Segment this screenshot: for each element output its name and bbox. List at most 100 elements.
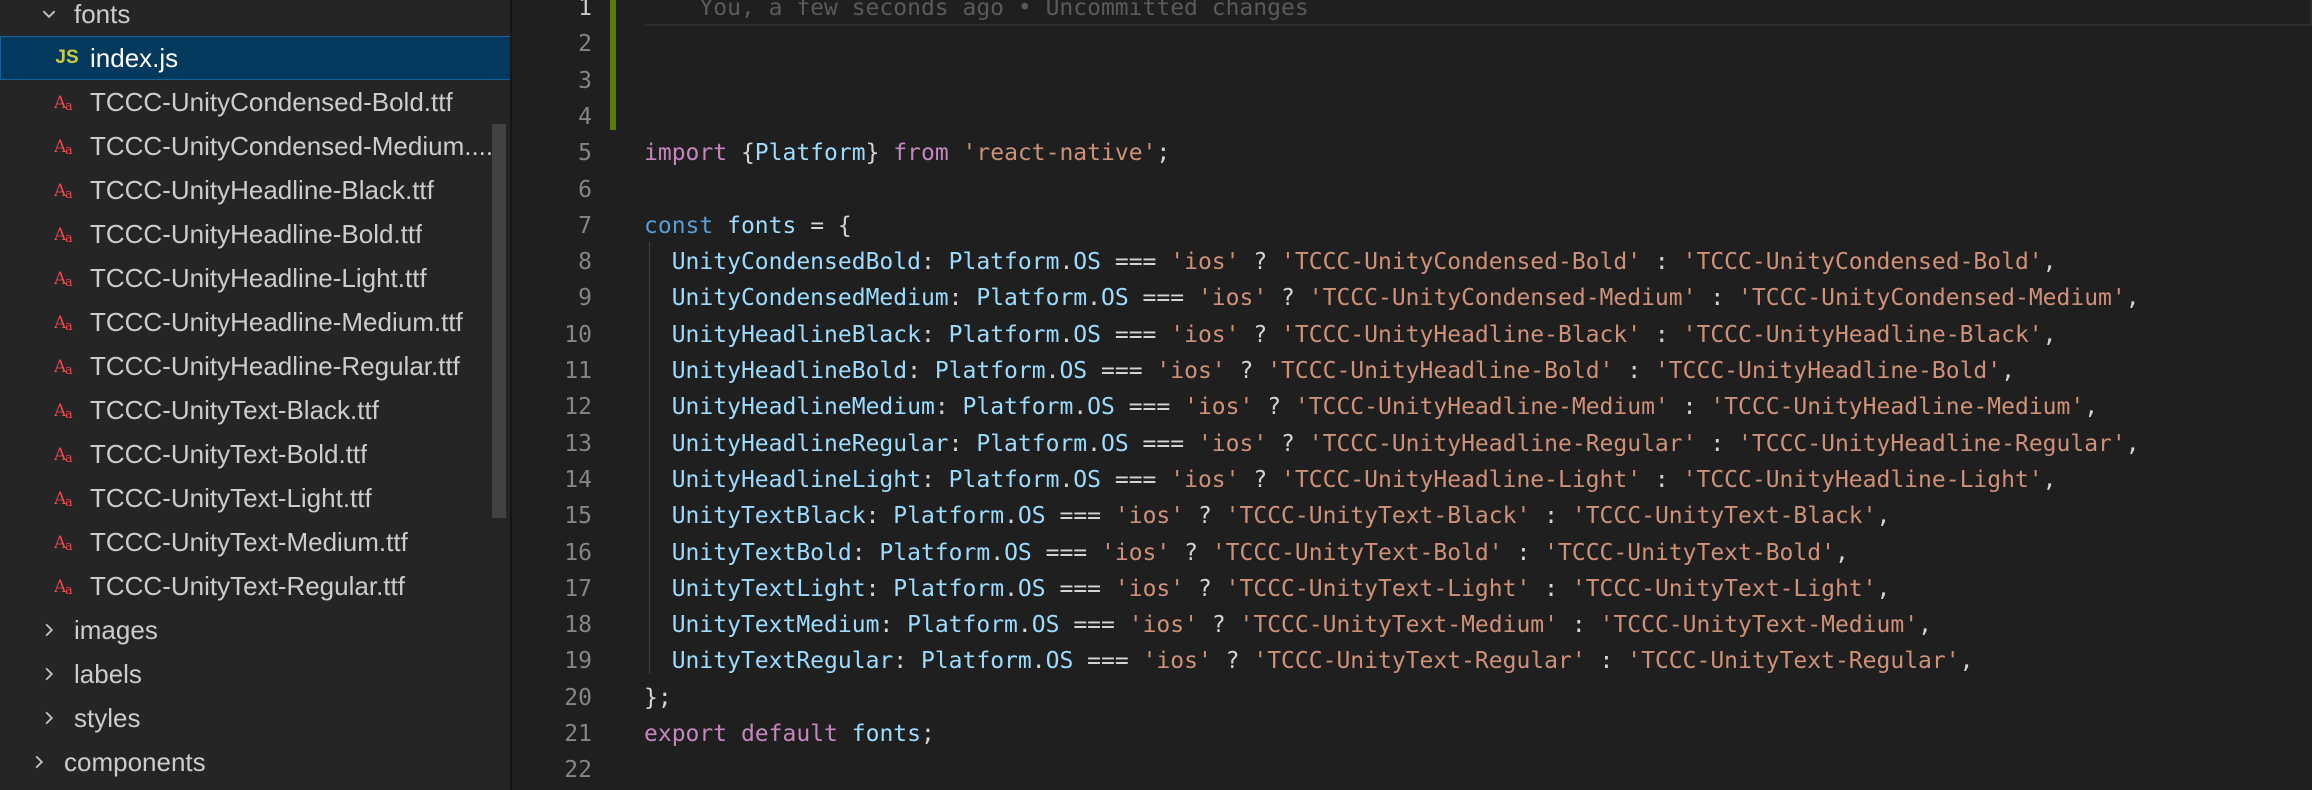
svg-text:a: a (65, 451, 73, 465)
code-token: } (865, 140, 894, 167)
folder-item-fonts[interactable]: fonts (0, 0, 512, 36)
modified-lines-indicator[interactable] (610, 0, 616, 130)
code-token: ? (1267, 430, 1309, 457)
folder-item-components[interactable]: components (0, 740, 512, 784)
folder-item-labels[interactable]: labels (0, 652, 512, 696)
line-number: 16 (564, 539, 592, 566)
code-token: : (1558, 612, 1600, 639)
file-item-tccc-unitytext-light-ttf[interactable]: Aa TCCC-UnityText-Light.ttf (0, 476, 512, 520)
file-item-index-js[interactable]: JS index.js (0, 36, 512, 80)
code-line[interactable]: export default fonts; (644, 716, 935, 752)
code-token: 'TCCC-UnityText-Bold' (1544, 539, 1835, 566)
code-token: UnityTextBlack (671, 503, 866, 530)
code-line[interactable]: UnityTextBlack: Platform.OS === 'ios' ? … (644, 498, 1891, 534)
line-number: 10 (564, 321, 592, 348)
code-line[interactable]: const fonts = { (644, 208, 852, 244)
code-line[interactable]: UnityHeadlineBlack: Platform.OS === 'ios… (644, 317, 2057, 353)
code-token: 'ios' (1101, 539, 1171, 566)
line-number: 14 (564, 466, 592, 493)
code-token: 'TCCC-UnityHeadline-Black' (1281, 321, 1642, 348)
chevron-right-icon[interactable] (38, 659, 60, 689)
code-token: ? (1239, 249, 1282, 276)
file-item-tccc-unitycondensed-bold-ttf[interactable]: Aa TCCC-UnityCondensed-Bold.ttf (0, 80, 512, 124)
font-file-icon: Aa (54, 133, 80, 159)
file-item-tccc-unityheadline-black-ttf[interactable]: Aa TCCC-UnityHeadline-Black.ttf (0, 168, 512, 212)
file-item-tccc-unitytext-regular-ttf[interactable]: Aa TCCC-UnityText-Regular.ttf (0, 564, 512, 608)
line-number: 15 (564, 503, 592, 530)
code-token: : (920, 466, 949, 493)
code-token: Platform (893, 503, 1005, 530)
code-editor[interactable]: 1 2 3 4 5 6 7 8 9 10 11 12 13 14 15 16 17 18 19 20 21 22 You,… (512, 0, 2312, 790)
code-token: . (1004, 575, 1018, 602)
code-token: = { (796, 212, 852, 239)
code-line[interactable]: }; (644, 680, 672, 716)
code-token: 'TCCC-UnityText-Black' (1571, 503, 1877, 530)
folder-item-styles[interactable]: styles (0, 696, 512, 740)
code-line[interactable]: UnityHeadlineMedium: Platform.OS === 'io… (644, 389, 2098, 425)
code-token: 'TCCC-UnityHeadline-Regular' (1738, 430, 2126, 457)
sidebar-scrollbar[interactable] (492, 124, 506, 518)
code-token: UnityHeadlineBold (671, 358, 908, 384)
code-token: : (1641, 249, 1683, 276)
font-file-icon: Aa (54, 89, 80, 115)
code-line[interactable]: UnityTextRegular: Platform.OS === 'ios' … (644, 643, 1974, 679)
code-line[interactable]: UnityTextBold: Platform.OS === 'ios' ? '… (644, 535, 1849, 571)
code-token: ? (1170, 539, 1212, 566)
code-line[interactable]: UnityCondensedBold: Platform.OS === 'ios… (644, 244, 2057, 280)
code-token: : (1641, 321, 1683, 348)
line-number: 8 (578, 249, 592, 276)
code-token: ? (1239, 466, 1282, 493)
code-line[interactable]: import {Platform} from 'react-native'; (644, 135, 1170, 171)
code-token: === (1087, 358, 1157, 384)
file-item-tccc-unitycondensed-medium[interactable]: Aa TCCC-UnityCondensed-Medium.... (0, 124, 512, 168)
code-line[interactable]: UnityCondensedMedium: Platform.OS === 'i… (644, 280, 2140, 316)
file-item-tccc-unityheadline-regular-ttf[interactable]: Aa TCCC-UnityHeadline-Regular.ttf (0, 344, 512, 388)
code-token: Platform (934, 358, 1046, 384)
code-token: Platform (879, 539, 991, 566)
code-line[interactable]: UnityHeadlineBold: Platform.OS === 'ios'… (644, 353, 2015, 389)
file-item-tccc-unityheadline-medium-ttf[interactable]: Aa TCCC-UnityHeadline-Medium.ttf (0, 300, 512, 344)
file-item-tccc-unitytext-black-ttf[interactable]: Aa TCCC-UnityText-Black.ttf (0, 388, 512, 432)
code-token: fonts (727, 212, 797, 239)
file-item-tccc-unityheadline-bold-ttf[interactable]: Aa TCCC-UnityHeadline-Bold.ttf (0, 212, 512, 256)
code-token: ? (1197, 612, 1240, 639)
code-token: === (1114, 394, 1185, 421)
code-token: : (920, 321, 949, 348)
code-token: 'ios' (1197, 430, 1268, 457)
code-token: , (2125, 285, 2140, 312)
code-token: , (2125, 430, 2140, 457)
git-blame-annotation[interactable]: You, a few seconds ago • Uncommitted cha… (644, 0, 1308, 26)
code-token: 'ios' (1156, 358, 1226, 384)
line-number: 22 (564, 757, 592, 784)
chevron-right-icon[interactable] (28, 747, 50, 777)
font-file-icon: Aa (54, 441, 80, 467)
chevron-right-icon[interactable] (38, 703, 60, 733)
code-token: === (1101, 466, 1171, 493)
tree-item-label: styles (74, 702, 141, 733)
explorer-sidebar: fonts JS index.js Aa TCCC-UnityCondensed-Bol… (0, 0, 512, 790)
code-token: 'TCCC-UnityText-Medium' (1239, 612, 1559, 639)
file-item-tccc-unityheadline-light-ttf[interactable]: Aa TCCC-UnityHeadline-Light.ttf (0, 256, 512, 300)
code-line[interactable]: UnityHeadlineLight: Platform.OS === 'ios… (644, 462, 2057, 498)
code-token: ; (1156, 140, 1171, 167)
code-token: Platform (907, 612, 1018, 639)
code-line[interactable]: UnityTextMedium: Platform.OS === 'ios' ?… (644, 607, 1932, 643)
code-token: : (865, 575, 894, 602)
chevron-down-icon[interactable] (38, 0, 60, 29)
code-token: 'TCCC-UnityHeadline-Medium' (1294, 394, 1669, 421)
file-item-tccc-unitytext-medium-ttf[interactable]: Aa TCCC-UnityText-Medium.ttf (0, 520, 512, 564)
code-line[interactable]: UnityHeadlineRegular: Platform.OS === 'i… (644, 426, 2140, 462)
code-token: . (990, 539, 1005, 566)
file-item-tccc-unitytext-bold-ttf[interactable]: Aa TCCC-UnityText-Bold.ttf (0, 432, 512, 476)
code-token: ? (1239, 321, 1282, 348)
folder-item-images[interactable]: images (0, 608, 512, 652)
line-number: 1 (578, 0, 592, 21)
tree-item-label: components (64, 746, 206, 777)
code-token: === (1059, 612, 1129, 639)
code-line[interactable]: UnityTextLight: Platform.OS === 'ios' ? … (644, 571, 1891, 607)
code-token: UnityHeadlineMedium (671, 394, 935, 421)
svg-text:a: a (65, 143, 73, 157)
chevron-right-icon[interactable] (38, 615, 60, 645)
